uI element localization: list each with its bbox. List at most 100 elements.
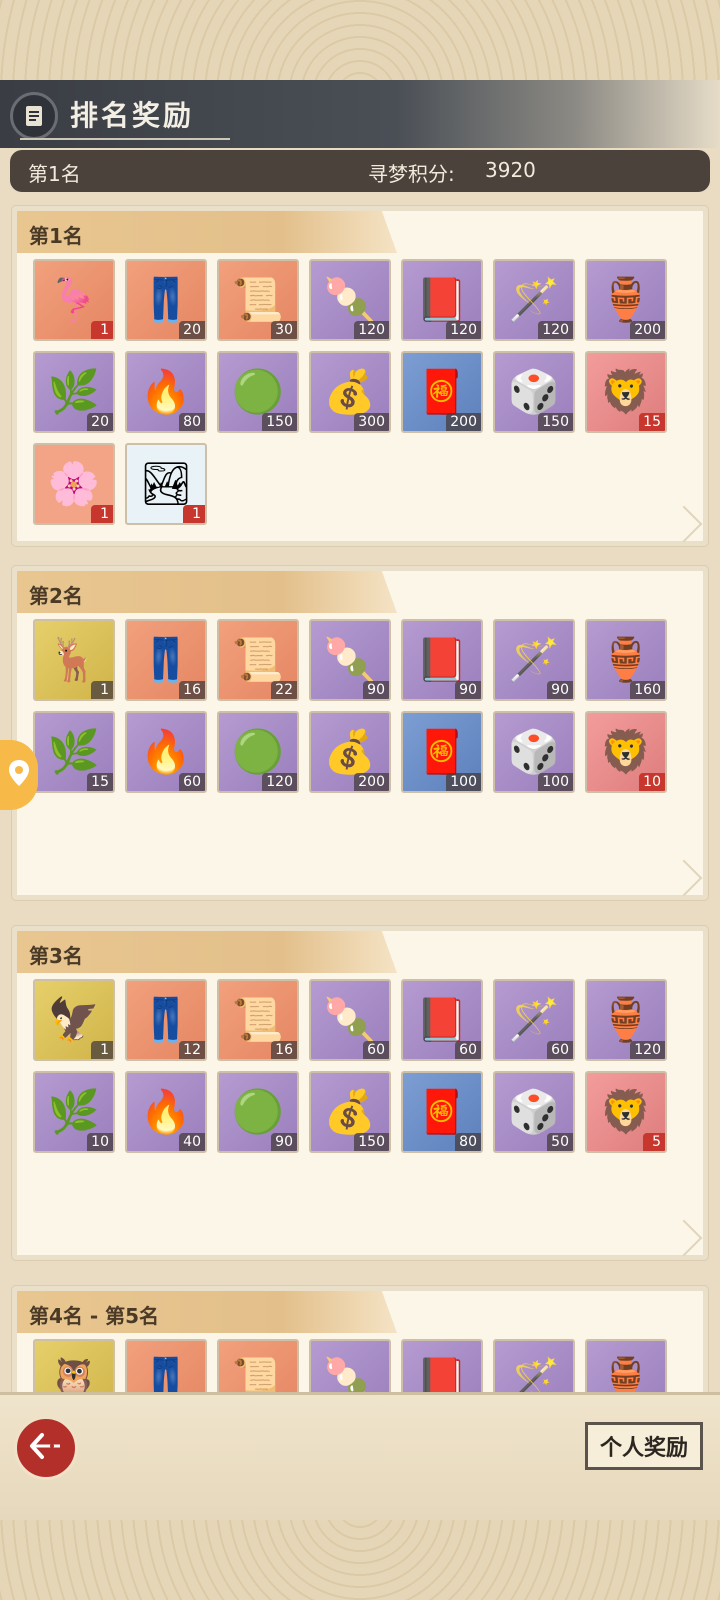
top-decorative-band [0, 0, 720, 80]
reward-item[interactable]: 🧧 80 [401, 1071, 483, 1153]
reward-item[interactable]: 📕 120 [401, 259, 483, 341]
reward-item[interactable]: 🟢 150 [217, 351, 299, 433]
reward-item[interactable]: 🦩 1 [33, 259, 115, 341]
reward-item[interactable]: 📜 30 [217, 259, 299, 341]
reward-item[interactable]: 📜 22 [217, 619, 299, 701]
reward-item[interactable]: 📕 90 [401, 619, 483, 701]
reward-item[interactable]: 🎲 150 [493, 351, 575, 433]
reward-item[interactable]: 📜 16 [217, 979, 299, 1061]
item-quantity: 1 [91, 1041, 113, 1059]
title-underline [20, 138, 230, 140]
item-quantity: 200 [446, 413, 481, 431]
reward-item[interactable]: 📕 [401, 1339, 483, 1392]
reward-item[interactable]: 🪄 90 [493, 619, 575, 701]
green-leggings-icon: 👖 [139, 1355, 193, 1393]
book-icon: 📕 [415, 1355, 469, 1393]
reward-item[interactable]: 💰 300 [309, 351, 391, 433]
scroll-icon [10, 92, 58, 140]
reward-item[interactable]: 💰 200 [309, 711, 391, 793]
back-arrow-icon [28, 1431, 64, 1465]
tier-panel: 第3名 🦅 1 👖 12 📜 16 🍡 60 📕 60 🪄 60 🏺 120 🌿 10 🔥 40 🟢 90 💰 150 🧧 8… [12, 926, 708, 1260]
page-title: 排名奖励 [70, 99, 195, 132]
jade-ruyi-icon: 🪄 [507, 1355, 561, 1393]
reward-item[interactable]: 🍡 [309, 1339, 391, 1392]
item-quantity: 120 [446, 321, 481, 339]
reward-item[interactable]: 📜 [217, 1339, 299, 1392]
reward-item[interactable]: 💰 150 [309, 1071, 391, 1153]
reward-item[interactable]: 🎲 50 [493, 1071, 575, 1153]
item-quantity: 160 [630, 681, 665, 699]
reward-item[interactable]: 🧧 200 [401, 351, 483, 433]
reward-item[interactable]: 🦁 10 [585, 711, 667, 793]
tier-label: 第2名 [29, 584, 83, 608]
item-quantity: 22 [271, 681, 297, 699]
reward-item[interactable]: 📕 60 [401, 979, 483, 1061]
item-quantity: 150 [538, 413, 573, 431]
corner-decoration [665, 1219, 703, 1257]
reward-item[interactable]: 🍡 90 [309, 619, 391, 701]
reward-item[interactable]: 🪄 [493, 1339, 575, 1392]
item-quantity: 80 [455, 1133, 481, 1151]
scroll-painting-icon: 📜 [231, 1355, 285, 1393]
item-quantity: 60 [363, 1041, 389, 1059]
tier-label: 第4名 - 第5名 [29, 1304, 160, 1328]
reward-item[interactable]: 🦁 15 [585, 351, 667, 433]
reward-item[interactable]: 🎲 100 [493, 711, 575, 793]
reward-item[interactable]: 🟢 120 [217, 711, 299, 793]
reward-item[interactable]: 🏺 [585, 1339, 667, 1392]
back-button[interactable] [14, 1416, 78, 1480]
item-quantity: 120 [262, 773, 297, 791]
reward-item[interactable]: 🏺 160 [585, 619, 667, 701]
reward-item[interactable]: 👖 12 [125, 979, 207, 1061]
item-quantity: 100 [538, 773, 573, 791]
reward-item[interactable]: 🧧 100 [401, 711, 483, 793]
corner-decoration [665, 505, 703, 543]
reward-item[interactable]: 🟢 90 [217, 1071, 299, 1153]
reward-item[interactable]: 🪄 120 [493, 259, 575, 341]
reward-item[interactable]: 🌸 1 [33, 443, 115, 525]
rewards-scroll-list[interactable]: 第1名 🦩 1 👖 20 📜 30 🍡 120 📕 120 🪄 120 🏺 200 🌿 20 🔥 80 🟢 150 💰 3… [0, 200, 720, 1392]
reward-item[interactable]: 🏞 1 [125, 443, 207, 525]
item-quantity: 1 [91, 681, 113, 699]
reward-item[interactable]: 👖 16 [125, 619, 207, 701]
item-quantity: 15 [87, 773, 113, 791]
location-pin-icon [7, 758, 31, 792]
item-quantity: 20 [179, 321, 205, 339]
item-quantity: 1 [183, 505, 205, 523]
tier-label: 第3名 [29, 944, 83, 968]
reward-item[interactable]: 🌿 10 [33, 1071, 115, 1153]
tier-panel: 第4名 - 第5名 🦉 👖 📜 🍡 📕 🪄 🏺 [12, 1286, 708, 1392]
item-quantity: 15 [639, 413, 665, 431]
item-quantity: 90 [271, 1133, 297, 1151]
reward-item[interactable]: 🔥 60 [125, 711, 207, 793]
item-quantity: 10 [87, 1133, 113, 1151]
score-value: 3920 [485, 158, 536, 182]
item-quantity: 1 [91, 505, 113, 523]
reward-item[interactable]: 🪄 60 [493, 979, 575, 1061]
reward-item[interactable]: 👖 [125, 1339, 207, 1392]
reward-item[interactable]: 🦉 [33, 1339, 115, 1392]
item-quantity: 40 [179, 1133, 205, 1151]
personal-reward-button[interactable]: 个人奖励 [585, 1422, 703, 1470]
rice-balls-icon: 🍡 [323, 1355, 377, 1393]
reward-item[interactable]: 🌿 20 [33, 351, 115, 433]
reward-item[interactable]: 🏺 200 [585, 259, 667, 341]
reward-item[interactable]: 🔥 40 [125, 1071, 207, 1153]
reward-item[interactable]: 🏺 120 [585, 979, 667, 1061]
reward-item[interactable]: 🦁 5 [585, 1071, 667, 1153]
reward-item[interactable]: 👖 20 [125, 259, 207, 341]
item-quantity: 200 [354, 773, 389, 791]
reward-item[interactable]: 🌿 15 [33, 711, 115, 793]
reward-item[interactable]: 🍡 60 [309, 979, 391, 1061]
item-quantity: 80 [179, 413, 205, 431]
item-quantity: 300 [354, 413, 389, 431]
item-quantity: 30 [271, 321, 297, 339]
item-quantity: 150 [354, 1133, 389, 1151]
item-quantity: 90 [547, 681, 573, 699]
reward-item[interactable]: 🍡 120 [309, 259, 391, 341]
reward-item[interactable]: 🦌 1 [33, 619, 115, 701]
reward-item[interactable]: 🔥 80 [125, 351, 207, 433]
item-quantity: 120 [630, 1041, 665, 1059]
reward-item[interactable]: 🦅 1 [33, 979, 115, 1061]
item-quantity: 60 [179, 773, 205, 791]
